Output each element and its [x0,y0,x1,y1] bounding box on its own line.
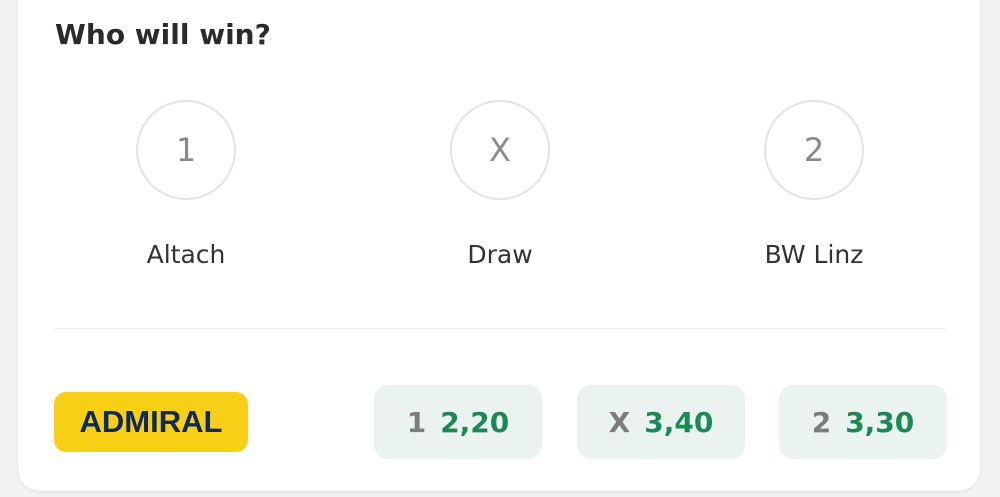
odds-draw-symbol: X [608,405,631,439]
outcome-away[interactable]: 2 BW Linz [704,100,924,272]
outcome-home-circle[interactable]: 1 [136,100,236,200]
outcome-draw[interactable]: X Draw [390,100,610,272]
outcome-away-circle[interactable]: 2 [764,100,864,200]
outcome-home-label: Altach [146,240,226,269]
odds-away-symbol: 2 [811,405,832,439]
odds-draw-value: 3,40 [644,405,714,439]
odds-away-value: 3,30 [845,405,915,439]
bookmaker-logo[interactable]: ADMIRAL [54,392,248,452]
odds-button-home[interactable]: 1 2,20 [374,385,542,459]
odds-home-symbol: 1 [406,405,427,439]
card-title: Who will win? [55,18,271,51]
odds-button-away[interactable]: 2 3,30 [779,385,947,459]
outcome-draw-circle[interactable]: X [450,100,550,200]
divider [54,328,946,329]
outcome-draw-label: Draw [467,240,533,269]
odds-home-value: 2,20 [440,405,510,439]
outcome-home[interactable]: 1 Altach [76,100,296,272]
outcome-away-label: BW Linz [764,240,864,269]
bookmaker-logo-text: ADMIRAL [79,404,223,439]
odds-button-draw[interactable]: X 3,40 [577,385,745,459]
